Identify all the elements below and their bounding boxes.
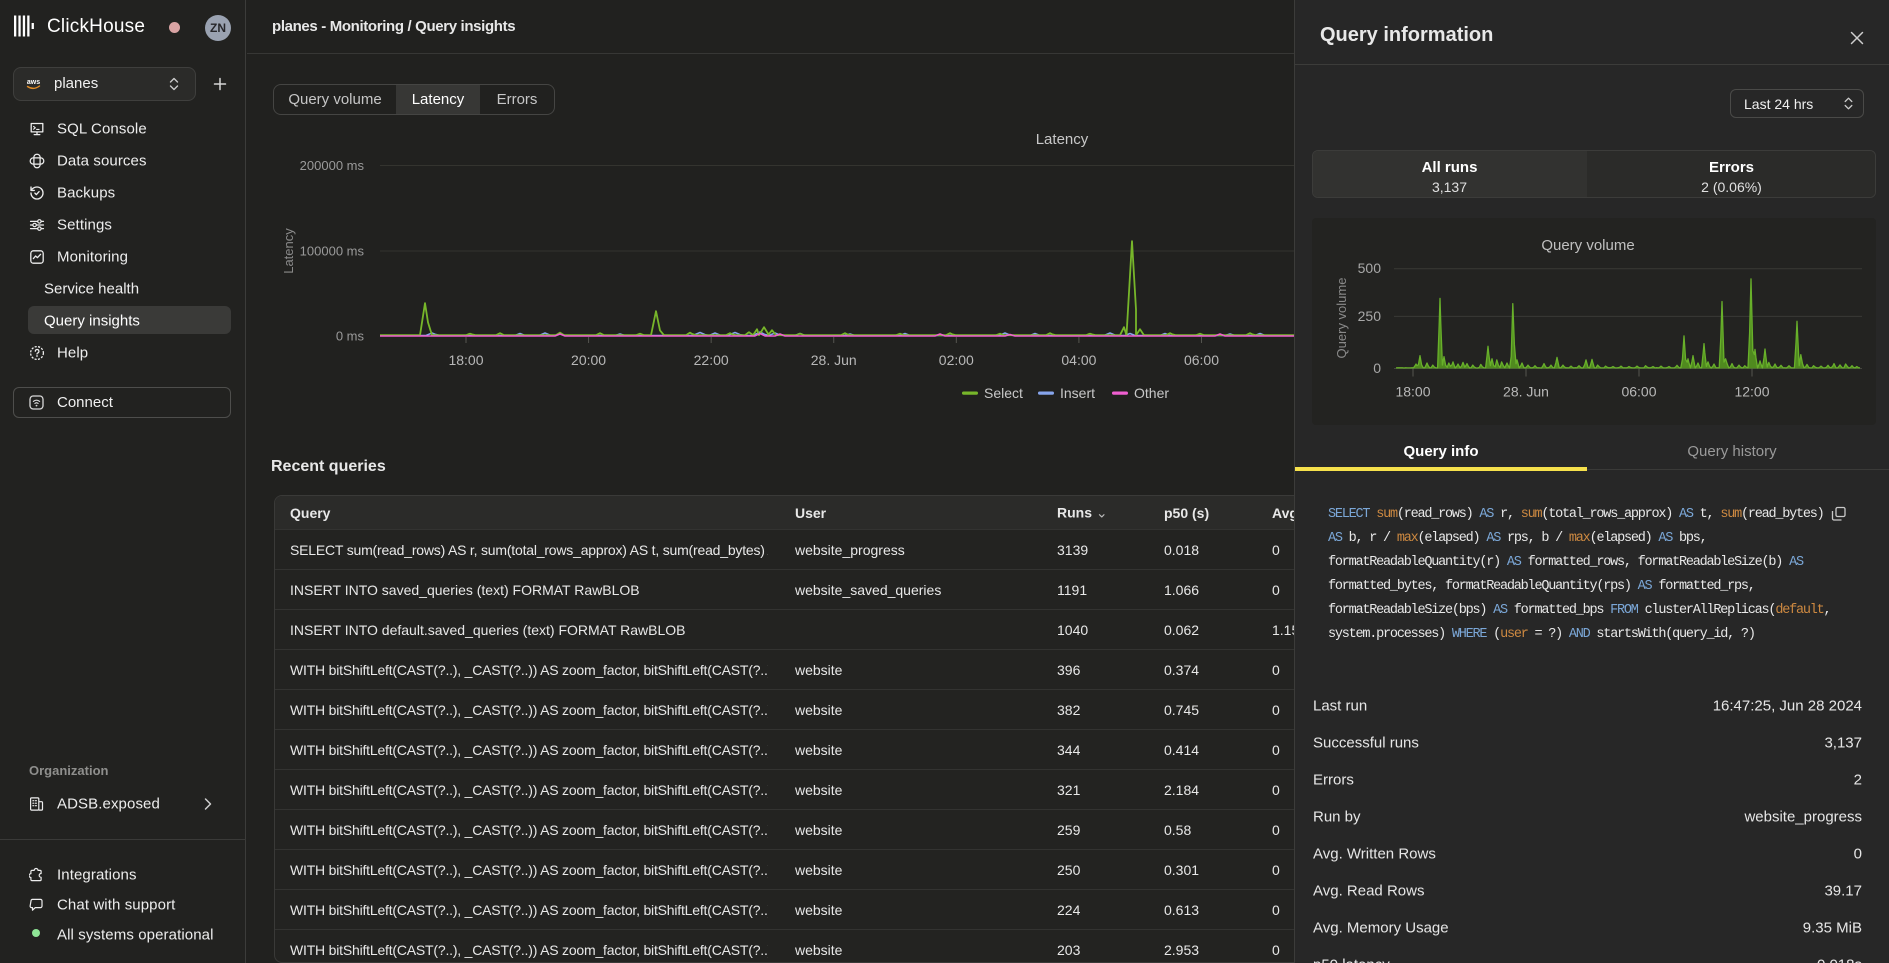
svg-text:22:00: 22:00 [694, 352, 729, 368]
svg-text:Query volume: Query volume [1541, 237, 1634, 254]
svg-text:06:00: 06:00 [1621, 384, 1656, 400]
svg-text:100000 ms: 100000 ms [300, 244, 365, 259]
svg-text:250: 250 [1358, 308, 1382, 324]
svg-text:Select: Select [984, 385, 1023, 401]
svg-text:18:00: 18:00 [1395, 384, 1430, 400]
svg-text:02:00: 02:00 [939, 352, 974, 368]
svg-text:Other: Other [1134, 385, 1169, 401]
svg-text:Query volume: Query volume [1334, 278, 1349, 359]
svg-text:Latency: Latency [1036, 131, 1089, 148]
svg-text:06:00: 06:00 [1184, 352, 1219, 368]
svg-text:18:00: 18:00 [448, 352, 483, 368]
svg-text:200000 ms: 200000 ms [300, 158, 365, 173]
svg-text:20:00: 20:00 [571, 352, 606, 368]
svg-text:04:00: 04:00 [1061, 352, 1096, 368]
svg-text:Insert: Insert [1060, 385, 1095, 401]
svg-text:500: 500 [1358, 260, 1382, 276]
svg-text:0: 0 [1373, 360, 1381, 376]
svg-text:12:00: 12:00 [1734, 384, 1769, 400]
svg-text:28. Jun: 28. Jun [811, 352, 857, 368]
svg-text:Latency: Latency [281, 228, 296, 274]
svg-text:28. Jun: 28. Jun [1503, 384, 1549, 400]
svg-text:0 ms: 0 ms [336, 329, 365, 344]
svg-text:aws: aws [27, 79, 40, 86]
